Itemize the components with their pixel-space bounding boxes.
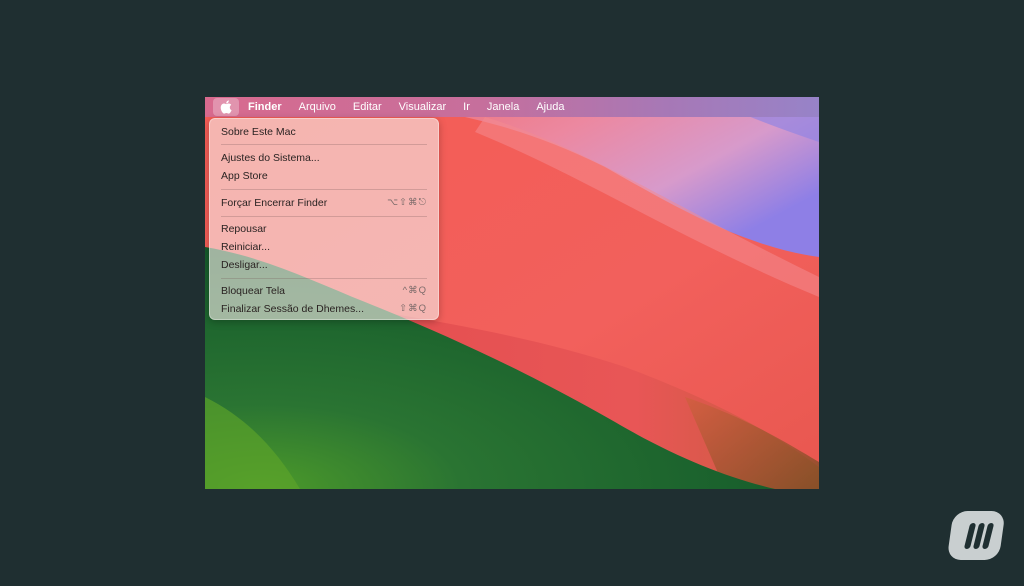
menu-ir[interactable]: Ir	[463, 97, 470, 117]
menu-item-about[interactable]: Sobre Este Mac	[221, 123, 427, 140]
shortcut-label: ⇧⌘Q	[399, 303, 427, 314]
menu-item-label: Finalizar Sessão de Dhemes...	[221, 302, 364, 315]
menu-item-label: Reiniciar...	[221, 240, 271, 253]
shortcut-label: ^⌘Q	[402, 285, 427, 296]
menu-finder[interactable]: Finder	[248, 97, 282, 117]
menu-item-label: App Store	[221, 169, 268, 182]
menu-item-log-out[interactable]: Finalizar Sessão de Dhemes... ⇧⌘Q	[221, 300, 427, 317]
shortcut-label: ⌥⇧⌘⎋	[387, 197, 427, 208]
apple-menu-button[interactable]	[213, 98, 239, 116]
menu-separator	[221, 216, 427, 217]
menu-item-label: Repousar	[221, 222, 267, 235]
menu-bar: Finder Arquivo Editar Visualizar Ir Jane…	[205, 97, 819, 117]
menu-item-label: Desligar...	[221, 258, 268, 271]
menu-item-force-quit[interactable]: Forçar Encerrar Finder ⌥⇧⌘⎋	[221, 194, 427, 211]
menu-item-label: Forçar Encerrar Finder	[221, 196, 328, 209]
menu-separator	[221, 278, 427, 279]
menu-visualizar[interactable]: Visualizar	[399, 97, 447, 117]
menu-item-lock-screen[interactable]: Bloquear Tela ^⌘Q	[221, 282, 427, 299]
menu-item-restart[interactable]: Reiniciar...	[221, 238, 427, 255]
menu-separator	[221, 144, 427, 145]
menu-editar[interactable]: Editar	[353, 97, 382, 117]
menu-arquivo[interactable]: Arquivo	[299, 97, 336, 117]
menu-item-app-store[interactable]: App Store	[221, 167, 427, 184]
menu-item-label: Bloquear Tela	[221, 284, 286, 297]
menu-item-shutdown[interactable]: Desligar...	[221, 256, 427, 273]
apple-logo-icon	[220, 100, 232, 114]
desktop-screen: Finder Arquivo Editar Visualizar Ir Jane…	[205, 97, 819, 489]
apple-menu-dropdown: Sobre Este Mac Ajustes do Sistema... App…	[209, 118, 439, 320]
menu-item-system-settings[interactable]: Ajustes do Sistema...	[221, 149, 427, 166]
menu-separator	[221, 189, 427, 190]
menu-item-sleep[interactable]: Repousar	[221, 220, 427, 237]
brand-logo-icon	[948, 511, 1004, 560]
menu-janela[interactable]: Janela	[487, 97, 519, 117]
menu-item-label: Ajustes do Sistema...	[221, 151, 320, 164]
menu-item-label: Sobre Este Mac	[221, 125, 296, 138]
menu-ajuda[interactable]: Ajuda	[536, 97, 564, 117]
